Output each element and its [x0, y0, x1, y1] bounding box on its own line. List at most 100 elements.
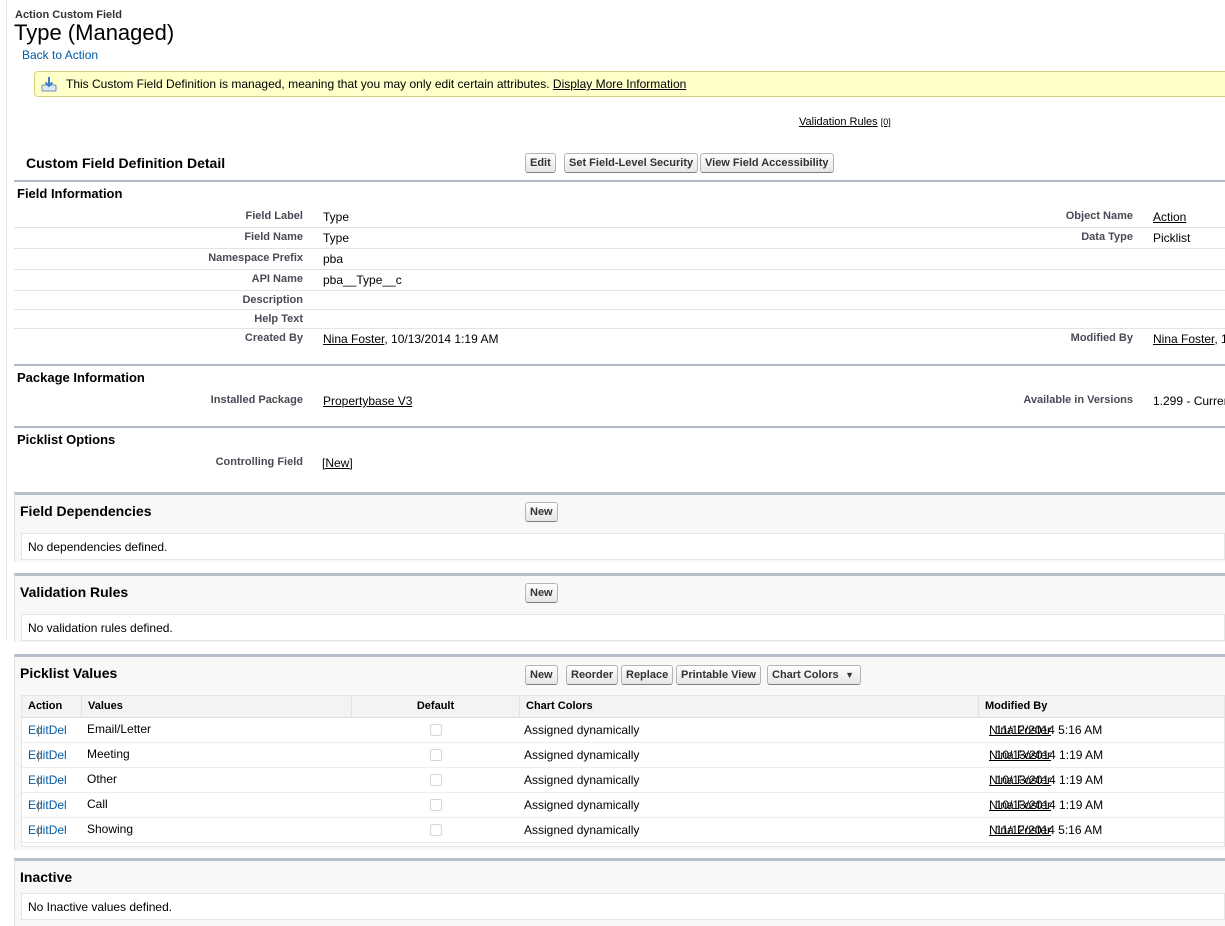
- description-label: Description: [242, 294, 303, 306]
- download-info-icon: [41, 77, 57, 92]
- field-name-value: Type: [323, 231, 350, 245]
- chart-colors-dropdown[interactable]: Chart Colors ▼: [767, 665, 861, 685]
- default-checkbox: [430, 799, 442, 811]
- data-type-value: Picklist: [1153, 231, 1191, 245]
- default-checkbox: [430, 749, 442, 761]
- row-divider: [14, 309, 1225, 310]
- api-name-label: API Name: [251, 273, 303, 285]
- left-edge-divider: [0, 0, 7, 640]
- row-divider: [14, 248, 1225, 249]
- table-row: Edit | Del Call Assigned dynamically Nina Fos…: [22, 792, 1224, 818]
- set-field-level-security-button[interactable]: Set Field-Level Security: [564, 153, 699, 173]
- chart-color-value: Assigned dynamically: [524, 723, 640, 737]
- modified-by-user-link[interactable]: Nina Foster: [1153, 332, 1214, 346]
- field-label-label: Field Label: [245, 210, 303, 222]
- display-more-info-link[interactable]: Display More Information: [553, 77, 686, 91]
- picklist-value: Email/Letter: [87, 722, 152, 736]
- del-link[interactable]: Del: [49, 823, 67, 837]
- section-divider: [14, 180, 1225, 182]
- no-validation-rules-text: No validation rules defined.: [28, 621, 173, 635]
- validation-rules-block: Validation Rules New No validation rules…: [14, 573, 1225, 642]
- del-link[interactable]: Del: [49, 798, 67, 812]
- row-actions: Edit | Del: [28, 773, 67, 787]
- inactive-title: Inactive: [20, 869, 73, 885]
- action-separator: |: [37, 748, 41, 762]
- picklist-values-block: Picklist Values New Reorder Replace Prin…: [14, 654, 1225, 850]
- validation-rules-related-link[interactable]: Validation Rules: [799, 116, 878, 128]
- row-divider: [14, 290, 1225, 291]
- validation-rules-body: No validation rules defined.: [21, 614, 1225, 641]
- action-separator: |: [37, 723, 41, 737]
- replace-button[interactable]: Replace: [621, 665, 674, 685]
- col-header-modified-by: Modified By: [985, 700, 1048, 712]
- edit-button[interactable]: Edit: [525, 153, 556, 173]
- inactive-block: Inactive No Inactive values defined.: [14, 858, 1225, 926]
- row-actions: Edit | Del: [28, 723, 67, 737]
- action-separator: |: [37, 773, 41, 787]
- namespace-prefix-value: pba: [323, 252, 344, 266]
- table-header-row: Action Values Default Chart Colors Modif…: [22, 696, 1224, 718]
- chart-colors-dropdown-label: Chart Colors: [772, 669, 839, 681]
- page-title: Type (Managed): [14, 20, 175, 45]
- modified-by-date: , 11/12/2014 5:16 AM: [989, 723, 1103, 737]
- validation-rules-new-button[interactable]: New: [525, 583, 558, 603]
- printable-view-button[interactable]: Printable View: [676, 665, 761, 685]
- table-row: Edit | Del Email/Letter Assigned dynamically…: [22, 717, 1224, 743]
- back-to-action-link[interactable]: Back to Action: [22, 48, 98, 62]
- row-divider: [14, 227, 1225, 228]
- row-divider: [14, 269, 1225, 270]
- detail-section-title: Custom Field Definition Detail: [26, 155, 226, 171]
- modified-by-date: , 1: [1214, 332, 1225, 346]
- action-separator: |: [37, 798, 41, 812]
- no-inactive-values-text: No Inactive values defined.: [28, 900, 173, 914]
- installed-package-label: Installed Package: [210, 394, 303, 406]
- created-by-label: Created By: [244, 332, 303, 344]
- picklist-value: Other: [87, 772, 118, 786]
- row-actions: Edit | Del: [28, 748, 67, 762]
- no-dependencies-text: No dependencies defined.: [28, 540, 168, 554]
- table-row: Edit | Del Other Assigned dynamically Nina Fo…: [22, 767, 1224, 793]
- field-dependencies-new-button[interactable]: New: [525, 502, 558, 522]
- controlling-field-new-link[interactable]: [New]: [322, 456, 353, 470]
- object-name-label: Object Name: [1065, 210, 1133, 222]
- col-header-default: Default: [352, 696, 520, 717]
- notice-text: This Custom Field Definition is managed,…: [66, 77, 550, 91]
- validation-rules-count: [0]: [880, 117, 891, 127]
- field-name-label: Field Name: [244, 231, 303, 243]
- default-checkbox: [430, 824, 442, 836]
- managed-notice-banner: This Custom Field Definition is managed,…: [34, 71, 1225, 97]
- picklist-value: Meeting: [87, 747, 130, 761]
- del-link[interactable]: Del: [49, 723, 67, 737]
- modified-by-date: , 10/13/2014 1:19 AM: [989, 773, 1104, 787]
- picklist-values-title: Picklist Values: [20, 665, 118, 681]
- view-field-accessibility-button[interactable]: View Field Accessibility: [700, 153, 834, 173]
- default-checkbox: [430, 724, 442, 736]
- field-dependencies-body: No dependencies defined.: [21, 533, 1225, 560]
- created-by-user-link[interactable]: Nina Foster: [323, 332, 384, 346]
- installed-package-link[interactable]: Propertybase V3: [323, 394, 412, 408]
- object-name-link[interactable]: Action: [1153, 210, 1186, 224]
- picklist-value: Showing: [87, 822, 134, 836]
- row-divider: [14, 328, 1225, 329]
- available-versions-label: Available in Versions: [1023, 394, 1133, 406]
- package-information-title: Package Information: [17, 370, 145, 385]
- del-link[interactable]: Del: [49, 773, 67, 787]
- section-divider: [14, 364, 1225, 366]
- reorder-button[interactable]: Reorder: [566, 665, 619, 685]
- row-actions: Edit | Del: [28, 823, 67, 837]
- default-checkbox: [430, 774, 442, 786]
- col-header-chart-colors: Chart Colors: [520, 696, 979, 717]
- col-header-values: Values: [82, 696, 352, 717]
- picklist-new-button[interactable]: New: [525, 665, 558, 685]
- field-label-value: Type: [323, 210, 350, 224]
- field-dependencies-title: Field Dependencies: [20, 503, 152, 519]
- created-by-date: , 10/13/2014 1:19 AM: [384, 332, 499, 346]
- available-versions-value: 1.299 - Curren: [1153, 394, 1225, 408]
- field-dependencies-block: Field Dependencies New No dependencies d…: [14, 492, 1225, 562]
- del-link[interactable]: Del: [49, 748, 67, 762]
- notice-text-wrap: This Custom Field Definition is managed,…: [66, 77, 686, 91]
- controlling-field-label: Controlling Field: [215, 456, 303, 468]
- modified-by-label: Modified By: [1070, 332, 1133, 344]
- chart-color-value: Assigned dynamically: [524, 798, 640, 812]
- data-type-label: Data Type: [1081, 231, 1133, 243]
